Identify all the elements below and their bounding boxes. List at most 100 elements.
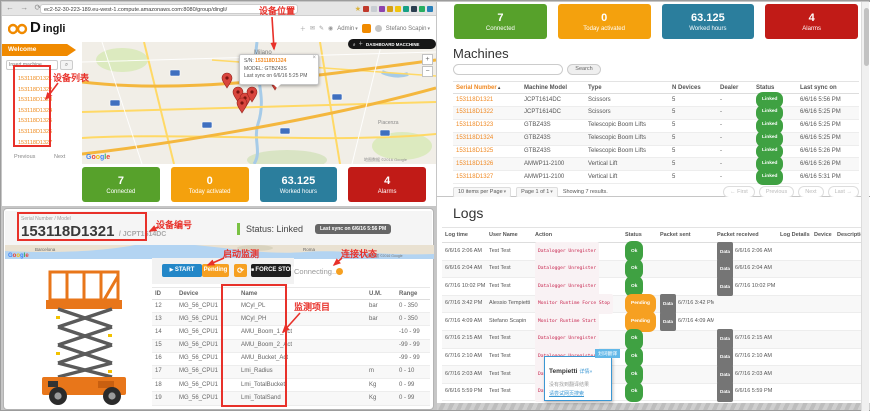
start-button[interactable]: START: [162, 264, 202, 277]
stat-label: Connected: [486, 26, 515, 32]
machine-serial-link[interactable]: 153118D1323: [453, 119, 521, 132]
machine-n-devices: 5: [669, 132, 717, 145]
monitor-table-row[interactable]: 16MG_56_CPU1AMU_Bucket_Act-99 - 99: [152, 353, 430, 366]
notification-badge[interactable]: [362, 24, 371, 33]
stat-label: Today activated: [189, 189, 231, 195]
machine-type: Vertical Lift: [585, 158, 669, 171]
machine-serial-link[interactable]: 153118D1324: [453, 132, 521, 145]
monitor-table-row[interactable]: 15MG_56_CPU1AMU_Boom_2_Act-99 - 99: [152, 340, 430, 353]
search-icon[interactable]: ⌕: [60, 60, 73, 70]
machine-model: GTBZ43S: [521, 145, 585, 158]
machine-model: AMWP11-2100: [521, 158, 585, 171]
machine-row[interactable]: 153118D1323GTBZ43STelescopic Boom Lifts5…: [453, 120, 859, 133]
page-dropdown[interactable]: Page 1 of 1: [516, 187, 558, 198]
google-watermark: Google: [86, 154, 110, 161]
machine-n-devices: 5: [669, 106, 717, 119]
monitor-table-row[interactable]: 19MG_56_CPU1Lmi_TotalSandKg0 - 99: [152, 392, 430, 405]
panel-logs: Logs Log time User Name Action Status Pa…: [437, 197, 870, 410]
machines-search-button[interactable]: Search: [567, 64, 601, 75]
machine-serial-link[interactable]: 153118D1322: [453, 106, 521, 119]
extension-icon[interactable]: [403, 6, 409, 12]
monitor-table-row[interactable]: 12MG_56_CPU1MCyl_PLbar0 - 350: [152, 300, 430, 313]
log-user: Test Test: [486, 330, 532, 348]
machine-row[interactable]: 153118D1326AMWP11-2100Vertical Lift5-Lin…: [453, 158, 859, 171]
popup-model: MODEL: GTBZ43S: [244, 66, 314, 74]
edit-icon[interactable]: ✎: [319, 25, 324, 32]
machine-row[interactable]: 153118D1327AMWP11-2100Vertical Lift5-Lin…: [453, 171, 859, 184]
monitor-table-row[interactable]: 17MG_56_CPU1Lmi_Radiusm0 - 10: [152, 366, 430, 379]
dashboard-macchine-label: DASHBOARD MACCHINE: [366, 42, 419, 47]
machine-serial-link[interactable]: 153118D1327: [453, 171, 521, 184]
close-icon[interactable]: ×: [312, 55, 316, 63]
extension-icon[interactable]: [427, 6, 433, 12]
extension-icon[interactable]: [419, 6, 425, 12]
log-time: 6/7/16 2:15 AM: [442, 330, 486, 348]
map-label-piacenza: Piacenza: [378, 120, 399, 126]
map-zoom-in-button[interactable]: +: [422, 54, 433, 65]
stat-card-connected: 7Connected: [454, 4, 547, 39]
map-zoom-out-button[interactable]: −: [422, 66, 433, 77]
bookmark-star-icon[interactable]: ★: [355, 6, 361, 13]
machine-row[interactable]: 153118D1325GTBZ43STelescopic Boom Lifts5…: [453, 146, 859, 159]
machine-serial-link[interactable]: 153118D1321: [453, 94, 521, 107]
extension-icon[interactable]: [411, 6, 417, 12]
monitor-cell: 13: [152, 313, 176, 326]
refresh-button[interactable]: [234, 264, 247, 277]
monitor-cell: 0 - 99: [396, 392, 430, 405]
monitor-table-row[interactable]: 13MG_56_CPU1MCyl_PHbar0 - 350: [152, 313, 430, 326]
per-page-dropdown[interactable]: 10 items per Page: [453, 187, 511, 198]
record-icon[interactable]: ◉: [328, 25, 333, 32]
monitor-cell: -99 - 99: [396, 339, 430, 352]
extension-icon[interactable]: [387, 6, 393, 12]
log-row[interactable]: 6/6/16 5:59 PMTest TestDatalogger Unregi…: [442, 384, 862, 402]
strip-label-barcelona: Barcelona: [35, 247, 56, 252]
browser-extensions[interactable]: ★: [355, 4, 433, 14]
machine-serial-link[interactable]: 153118D1325: [453, 145, 521, 158]
data-badge[interactable]: Data: [717, 277, 733, 297]
sort-header-serial[interactable]: Serial Number: [453, 82, 521, 93]
monitor-table-row[interactable]: 14MG_56_CPU1AMU_Boom_1_Act-10 - 99: [152, 326, 430, 339]
stat-value: 63.125: [691, 12, 725, 24]
tooltip-details-link[interactable]: 详情»: [579, 369, 592, 375]
monitor-table-row[interactable]: 18MG_56_CPU1Lmi_TotalBucketKg0 - 99: [152, 379, 430, 392]
extension-icon[interactable]: [379, 6, 385, 12]
connection-indicator-dot: [336, 268, 343, 275]
mail-icon[interactable]: ✉: [310, 25, 315, 32]
log-time: 6/7/16 3:42 PM: [442, 295, 486, 313]
browser-nav-buttons[interactable]: ← → ⟳: [6, 3, 43, 12]
dashboard-macchine-button[interactable]: ⌕ ＋ DASHBOARD MACCHINE: [348, 39, 436, 49]
admin-menu[interactable]: Admin: [337, 26, 358, 32]
machine-dealer: -: [717, 106, 753, 119]
extension-icon[interactable]: [363, 6, 369, 12]
machines-search-input[interactable]: [453, 64, 563, 75]
log-user: Test Test: [486, 243, 532, 261]
translate-extension-tag[interactable]: 划词翻译: [595, 349, 620, 358]
browser-address-bar: ← → ⟳ ec2-52-30-223-189.eu-west-1.comput…: [2, 2, 436, 16]
machine-serial-link[interactable]: 153118D1326: [453, 158, 521, 171]
scrollbar-thumb[interactable]: [864, 8, 869, 66]
force-stop-button[interactable]: FORCE STOP: [251, 264, 291, 277]
data-badge[interactable]: Data: [660, 312, 676, 332]
user-menu[interactable]: Stefano Scapin: [386, 26, 430, 32]
extension-icon[interactable]: [395, 6, 401, 12]
top-nav: ＋ ✉ ✎ ◉ Admin Stefano Scapin: [300, 24, 430, 33]
device-list-next[interactable]: Next: [54, 154, 65, 160]
tooltip-web-search-link[interactable]: 请尝试网页搜索: [549, 390, 607, 397]
device-list-previous[interactable]: Previous: [14, 154, 35, 160]
log-time: 6/7/16 4:09 AM: [442, 313, 486, 331]
data-badge[interactable]: Data: [717, 382, 733, 402]
machine-row[interactable]: 153118D1322JCPT1614DCScissors5-Linked6/6…: [453, 107, 859, 120]
machine-row[interactable]: 153118D1321JCPT1614DCScissors5-Linked6/6…: [453, 94, 859, 107]
machine-model: AMWP11-2100: [521, 171, 585, 184]
scrollbar[interactable]: [861, 2, 869, 411]
machine-dealer: -: [717, 119, 753, 132]
popup-serial-link[interactable]: 153118D1324: [255, 58, 286, 64]
logs-title: Logs: [453, 205, 483, 221]
machine-row[interactable]: 153118D1324GTBZ43STelescopic Boom Lifts5…: [453, 133, 859, 146]
machine-dealer: -: [717, 132, 753, 145]
machine-dealer: -: [717, 171, 753, 184]
log-packet-received: Data6/6/16 5:59 PM: [714, 382, 777, 402]
log-user: Test Test: [486, 278, 532, 296]
plus-icon[interactable]: ＋: [300, 24, 306, 33]
extension-icon[interactable]: [371, 6, 377, 12]
